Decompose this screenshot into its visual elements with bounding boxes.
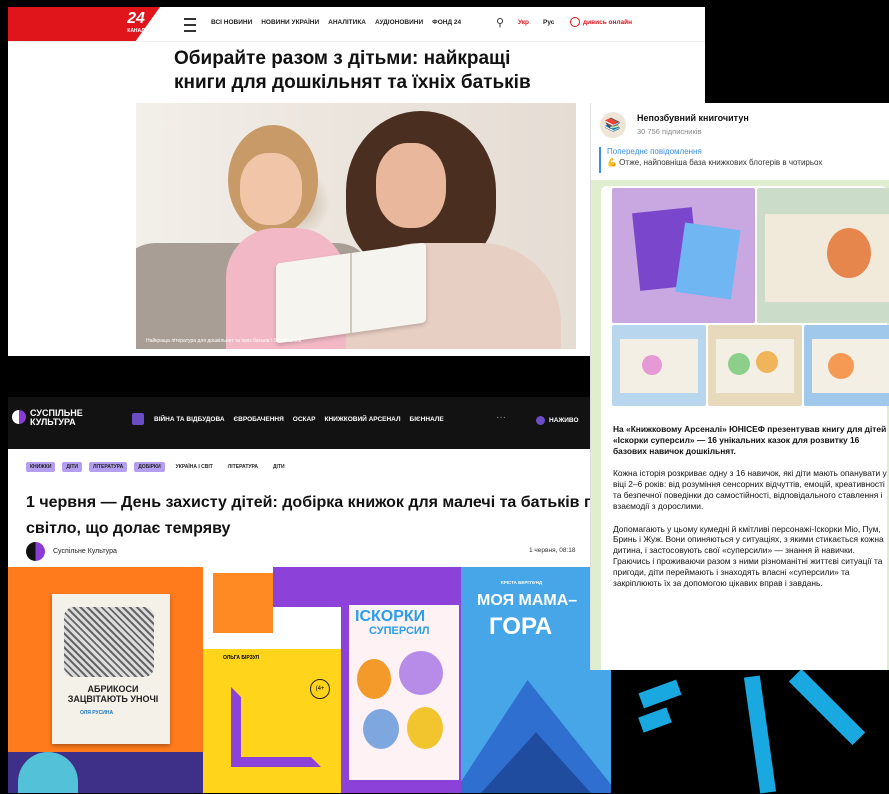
author-row: Суспільне Культура xyxy=(26,542,117,561)
tag[interactable]: УКРАЇНА І СВІТ xyxy=(172,462,217,472)
nav-item-audio-news[interactable]: АУДІОНОВИНИ xyxy=(375,19,423,26)
book-cover-title: АБРИКОСИ ЗАЦВІТАЮТЬ УНОЧІ xyxy=(67,684,159,704)
book-cover: КРІСТА БЕРГЛУНД МОЯ МАМА– ГОРА xyxy=(461,567,611,793)
lang-rus-link[interactable]: Рус xyxy=(543,19,554,26)
author-name[interactable]: Суспільне Культура xyxy=(53,548,117,555)
previous-message-text: 💪 Отже, найповніша база книжкових блогер… xyxy=(607,158,823,167)
menu-icon[interactable] xyxy=(184,18,196,32)
decorative-stroke xyxy=(638,679,682,709)
nav-item-war[interactable]: ВІЙНА ТА ВІДБУДОВА xyxy=(154,416,225,423)
decorative-stroke xyxy=(743,675,777,794)
lang-ukr-link[interactable]: Укр xyxy=(518,19,529,26)
book-cover-title: МОЯ МАМА– xyxy=(477,592,578,609)
kanal24-header: 24 КАНАЛ ВСІ НОВИНИ НОВИНИ УКРАЇНИ АНАЛІ… xyxy=(8,7,705,42)
book-cover-title: ІСКОРКИ xyxy=(355,608,426,625)
post-photo[interactable] xyxy=(612,188,755,323)
kanal24-nav: ВСІ НОВИНИ НОВИНИ УКРАЇНИ АНАЛІТИКА АУДІ… xyxy=(211,19,461,26)
tag[interactable]: ЛІТЕРАТУРА xyxy=(224,462,262,472)
kanal24-logo-number: 24 xyxy=(127,10,145,27)
book-cover: АБРИКОСИ ЗАЦВІТАЮТЬ УНОЧІ ОЛЯ РУСИНА xyxy=(8,567,203,793)
post-photo[interactable] xyxy=(708,325,802,406)
book-cover-subtitle: СУПЕРСИЛ xyxy=(369,625,430,637)
live-play-icon xyxy=(536,416,545,425)
kanal24-logo-sub: КАНАЛ xyxy=(127,28,145,34)
nav-item-ukraine-news[interactable]: НОВИНИ УКРАЇНИ xyxy=(261,19,319,26)
suspilne-article-title: 1 червня — День захисту дітей: добірка к… xyxy=(26,494,611,537)
book-cover: ОЛЬГА БІРЗУЛ (4+ xyxy=(203,567,341,793)
suspilne-nav: ВІЙНА ТА ВІДБУДОВА ЄВРОБАЧЕННЯ ОСКАР КНИ… xyxy=(154,416,444,423)
chat-background: На «Книжковому Арсеналі» ЮНІСЕФ презенту… xyxy=(591,180,889,670)
suspilne-logo-icon[interactable] xyxy=(12,410,26,424)
tag[interactable]: ДІТИ xyxy=(269,462,289,472)
decorative-stroke xyxy=(788,668,866,746)
tag[interactable]: ЛІТЕРАТУРА xyxy=(89,462,128,472)
previous-message-label: Попереднє повідомлення xyxy=(607,147,702,156)
live-label: НАЖИВО xyxy=(549,417,579,424)
suspilne-logo[interactable]: СУСПІЛЬНЕ КУЛЬТУРА xyxy=(30,409,110,427)
message-lead: На «Книжковому Арсеналі» ЮНІСЕФ презенту… xyxy=(613,424,887,456)
avatar[interactable] xyxy=(26,542,45,561)
suspilne-header: СУСПІЛЬНЕ КУЛЬТУРА ВІЙНА ТА ВІДБУДОВА ЄВ… xyxy=(8,397,611,449)
publish-date: 1 червня, 08:18 xyxy=(529,547,576,554)
tag[interactable]: КНИЖКИ xyxy=(26,462,56,472)
books-icon[interactable]: 📚 xyxy=(600,112,626,138)
decorative-stroke xyxy=(638,707,672,733)
message-paragraph: Кожна історія розкриває одну з 16 навичо… xyxy=(613,468,887,511)
photo-caption: Найкраща література для дошкільнят та їх… xyxy=(146,338,302,344)
live-icon xyxy=(570,17,580,27)
post-photo[interactable] xyxy=(612,325,706,406)
book-cover-author: ОЛЬГА БІРЗУЛ xyxy=(223,655,260,661)
post-photo[interactable] xyxy=(804,325,889,406)
book-cover-author: ОЛЯ РУСИНА xyxy=(80,710,114,716)
nav-item-book-arsenal[interactable]: КНИЖКОВИЙ АРСЕНАЛ xyxy=(325,416,401,423)
tag-list: КНИЖКИ ДІТИ ЛІТЕРАТУРА ДОБІРКИ УКРАЇНА І… xyxy=(26,462,289,472)
nav-item-oscar[interactable]: ОСКАР xyxy=(293,416,316,423)
kanal24-logo[interactable]: 24 КАНАЛ xyxy=(120,10,152,38)
subscriber-count: 30 756 підписників xyxy=(637,127,702,136)
tag[interactable]: ДІТИ xyxy=(62,462,83,472)
watch-live-label: дивись онлайн xyxy=(583,18,633,26)
message-bubble: На «Книжковому Арсеналі» ЮНІСЕФ презенту… xyxy=(601,186,889,670)
suspilne-logo-line2: КУЛЬТУРА xyxy=(30,417,76,427)
nav-item-eurovision[interactable]: ЄВРОБАЧЕННЯ xyxy=(234,416,284,423)
live-link[interactable]: НАЖИВО xyxy=(536,416,579,425)
tag[interactable]: ДОБІРКИ xyxy=(134,462,165,472)
nav-item-biennale[interactable]: БІЄННАЛЕ xyxy=(410,416,444,423)
book-covers-collage: АБРИКОСИ ЗАЦВІТАЮТЬ УНОЧІ ОЛЯ РУСИНА ОЛЬ… xyxy=(8,567,611,793)
kanal24-article-title: Обирайте разом з дітьми: найкращі книги … xyxy=(174,48,531,93)
message-paragraph: Допомагають у цьому кумедні й кмітливі п… xyxy=(613,523,884,588)
previous-message-link[interactable]: Попереднє повідомлення 💪 Отже, найповніш… xyxy=(599,147,889,173)
book-cover-author: КРІСТА БЕРГЛУНД xyxy=(501,580,543,585)
nav-item-all-news[interactable]: ВСІ НОВИНИ xyxy=(211,19,252,26)
search-icon[interactable]: ⚲ xyxy=(496,16,504,29)
nav-item-analytics[interactable]: АНАЛІТИКА xyxy=(328,19,366,26)
message-text: На «Книжковому Арсеналі» ЮНІСЕФ презенту… xyxy=(613,424,889,600)
telegram-post-card: 📚 Непозбувний книгочитун 30 756 підписни… xyxy=(590,103,889,670)
post-photo[interactable] xyxy=(757,188,889,323)
article-photo: Найкраща література для дошкільнят та їх… xyxy=(136,103,576,349)
triangle-icon[interactable] xyxy=(132,413,144,425)
suspilne-article-card: СУСПІЛЬНЕ КУЛЬТУРА ВІЙНА ТА ВІДБУДОВА ЄВ… xyxy=(8,397,611,793)
channel-name[interactable]: Непозбувний книгочитун xyxy=(637,113,749,123)
more-menu-button[interactable]: ··· xyxy=(496,412,506,423)
book-cover: ІСКОРКИ СУПЕРСИЛ xyxy=(341,567,461,793)
nav-item-fund[interactable]: ФОНД 24 xyxy=(432,19,461,26)
watch-live-link[interactable]: дивись онлайн xyxy=(570,17,632,27)
book-cover-subtitle: ГОРА xyxy=(489,613,553,640)
